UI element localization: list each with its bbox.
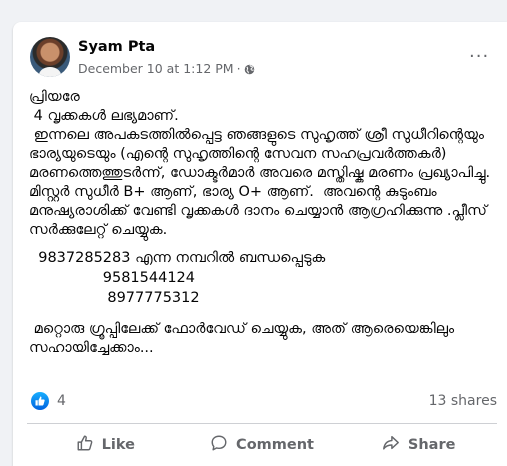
post-timestamp[interactable]: December 10 at 1:12 PM <box>78 61 234 76</box>
thumbs-up-icon <box>76 434 94 456</box>
like-button[interactable]: Like <box>27 427 184 463</box>
share-button[interactable]: Share <box>340 427 497 463</box>
comment-icon <box>210 434 228 456</box>
contact-line: 9837285283 എന്ന നമ്പറിൽ ബന്ധപ്പെടുക <box>29 250 326 266</box>
post-greeting: പ്രിയരേ <box>29 89 80 105</box>
like-reaction-icon[interactable] <box>31 392 49 410</box>
phone-number-2: 9581544124 <box>29 270 196 286</box>
author-name[interactable]: Syam Pta <box>78 39 155 55</box>
avatar[interactable] <box>30 37 70 77</box>
phone-number-3: 8977775312 <box>29 290 200 306</box>
comment-button[interactable]: Comment <box>184 427 341 463</box>
post-meta: December 10 at 1:12 PM · <box>78 61 255 76</box>
post-stats: 4 13 shares <box>31 391 497 411</box>
forward-note: മറ്റൊരു ഗ്രൂപ്പിലേക്ക് ഫോർവേഡ് ചെയ്യുക, … <box>29 321 459 356</box>
share-label: Share <box>407 437 456 453</box>
share-icon <box>382 434 400 456</box>
post-headline: 4 വൃക്കകൾ ലഭ്യമാണ്. <box>29 108 179 124</box>
reaction-count[interactable]: 4 <box>57 393 66 409</box>
more-options-icon[interactable]: ··· <box>469 48 489 72</box>
share-count[interactable]: 13 shares <box>429 393 497 409</box>
action-bar: Like Comment Share <box>27 427 497 463</box>
post-text: പ്രിയരേ 4 വൃക്കകൾ ലഭ്യമാണ്. ഇന്നലെ അപകടത… <box>29 88 495 358</box>
globe-icon[interactable] <box>244 63 255 75</box>
post-paragraph: ഇന്നലെ അപകടത്തിൽപ്പെട്ട ഞങ്ങളുടെ സുഹൃത്ത… <box>29 127 500 238</box>
like-label: Like <box>101 437 135 453</box>
comment-label: Comment <box>236 437 314 453</box>
post-card: Syam Pta December 10 at 1:12 PM · ··· പ്… <box>13 22 507 466</box>
meta-separator: · <box>236 61 241 76</box>
divider <box>27 423 497 424</box>
post-header: Syam Pta December 10 at 1:12 PM · ··· <box>30 37 507 81</box>
